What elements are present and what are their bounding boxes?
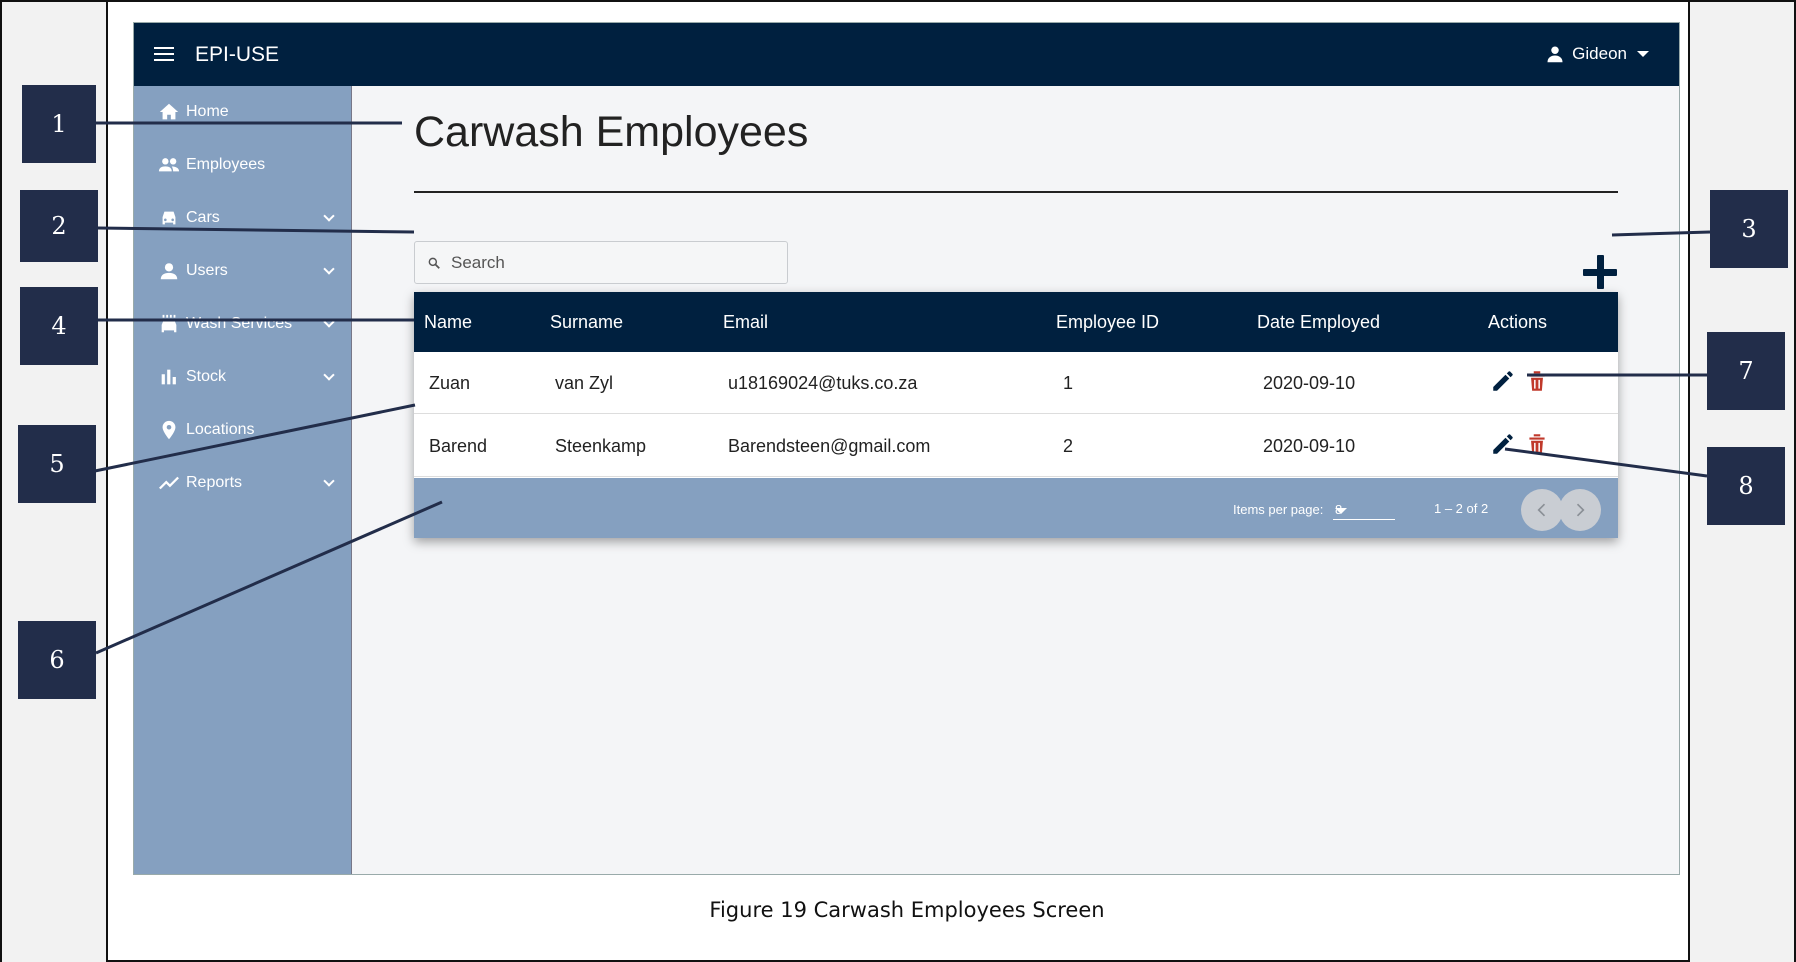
cell-surname: van Zyl (555, 373, 614, 393)
user-name: Gideon (1572, 44, 1627, 63)
chevron-left-icon (1537, 503, 1546, 517)
cell-employee-id: 2 (1063, 436, 1074, 456)
sidebar-item-label: Employees (186, 156, 266, 173)
chevron-down-icon (323, 263, 335, 275)
edit-pencil-icon[interactable] (1490, 368, 1516, 394)
sidebar-item-wash-services[interactable]: Wash Services (158, 310, 343, 338)
cell-email: u18169024@tuks.co.za (728, 373, 918, 393)
car-icon (162, 211, 176, 225)
chevron-right-icon (1576, 503, 1585, 517)
cell-date-employed: 2020-09-10 (1263, 373, 1356, 393)
column-header-surname[interactable]: Surname (550, 312, 623, 333)
location-pin-icon (162, 420, 176, 440)
sidebar: Home Employees Cars Users Wash Services (134, 86, 352, 874)
sidebar-item-reports[interactable]: Reports (158, 469, 343, 497)
items-per-page-select[interactable]: 8 (1333, 500, 1395, 520)
dropdown-arrow-icon (1335, 508, 1347, 514)
callout-3: 3 (1710, 190, 1788, 268)
car-wash-icon (161, 314, 177, 333)
title-divider (414, 191, 1618, 193)
chevron-down-icon (323, 316, 335, 328)
column-header-name[interactable]: Name (424, 312, 472, 333)
person-icon (160, 263, 178, 280)
delete-trash-icon[interactable] (1524, 431, 1550, 457)
column-header-actions: Actions (1488, 312, 1548, 332)
bar-chart-icon (161, 369, 176, 385)
callout-7: 7 (1707, 332, 1785, 410)
user-icon (1547, 46, 1563, 63)
employees-table: Name Surname Email Employee ID Date Empl… (414, 292, 1618, 538)
table-row[interactable]: Barend Steenkamp Barendsteen@gmail.com 2… (414, 415, 1618, 477)
table-header: Name Surname Email Employee ID Date Empl… (414, 292, 1618, 352)
cell-employee-id: 1 (1063, 373, 1074, 393)
sidebar-item-label: Users (186, 262, 228, 279)
top-navbar: EPI-USE Gideon (134, 23, 1679, 86)
brand-title: EPI-USE (195, 43, 280, 66)
sidebar-item-label: Wash Services (186, 315, 293, 332)
callout-4: 4 (20, 287, 98, 365)
app-screenshot: EPI-USE Gideon Home Employees Cars Users… (133, 22, 1680, 875)
callout-5: 5 (18, 425, 96, 503)
next-page-button[interactable] (1559, 489, 1601, 531)
delete-trash-icon[interactable] (1524, 368, 1550, 394)
cell-name: Zuan (429, 373, 471, 393)
cell-surname: Steenkamp (555, 436, 647, 456)
cell-date-employed: 2020-09-10 (1263, 436, 1356, 456)
sidebar-item-label: Locations (186, 421, 255, 438)
chevron-down-icon (323, 475, 335, 487)
sidebar-item-locations[interactable]: Locations (158, 416, 343, 444)
sidebar-item-label: Reports (186, 474, 243, 491)
column-header-email[interactable]: Email (723, 312, 768, 333)
chevron-down-icon (323, 210, 335, 222)
items-per-page-label: Items per page: (1233, 502, 1324, 517)
chevron-down-icon (323, 369, 335, 381)
cell-email: Barendsteen@gmail.com (728, 436, 931, 456)
figure-caption: Figure 19 Carwash Employees Screen (709, 898, 1105, 922)
sidebar-item-stock[interactable]: Stock (158, 363, 343, 391)
column-header-date-employed[interactable]: Date Employed (1257, 312, 1380, 333)
search-field[interactable] (414, 241, 788, 284)
caret-down-icon (1637, 51, 1649, 57)
page-title: Carwash Employees (414, 108, 809, 156)
sidebar-item-label: Stock (186, 368, 227, 385)
sidebar-item-cars[interactable]: Cars (158, 204, 343, 232)
search-input[interactable] (451, 252, 771, 273)
sidebar-item-users[interactable]: Users (158, 257, 343, 285)
column-header-employee-id[interactable]: Employee ID (1056, 312, 1159, 333)
trend-line-icon (159, 476, 179, 490)
sidebar-item-home[interactable]: Home (158, 98, 343, 126)
document-page: EPI-USE Gideon Home Employees Cars Users… (0, 0, 1796, 962)
previous-page-button[interactable] (1521, 489, 1563, 531)
page-range-label: 1 – 2 of 2 (1434, 501, 1489, 516)
home-icon (159, 103, 179, 120)
main-content: Carwash Employees Name Surname Email Emp… (352, 86, 1679, 874)
user-menu[interactable]: Gideon (1546, 44, 1649, 64)
sidebar-item-label: Cars (186, 209, 220, 226)
callout-2: 2 (20, 190, 98, 262)
people-icon (158, 158, 180, 172)
table-paginator: Items per page: 8 1 – 2 of 2 (414, 478, 1618, 538)
callout-6: 6 (18, 621, 96, 699)
callout-1: 1 (22, 85, 96, 163)
callout-8: 8 (1707, 447, 1785, 525)
edit-pencil-icon[interactable] (1490, 431, 1516, 457)
sidebar-item-label: Home (186, 103, 229, 120)
table-row[interactable]: Zuan van Zyl u18169024@tuks.co.za 1 2020… (414, 352, 1618, 414)
cell-name: Barend (429, 436, 488, 456)
add-employee-button[interactable] (1581, 253, 1619, 291)
sidebar-item-employees[interactable]: Employees (158, 151, 343, 179)
search-icon (428, 257, 440, 269)
menu-icon[interactable] (154, 46, 174, 62)
